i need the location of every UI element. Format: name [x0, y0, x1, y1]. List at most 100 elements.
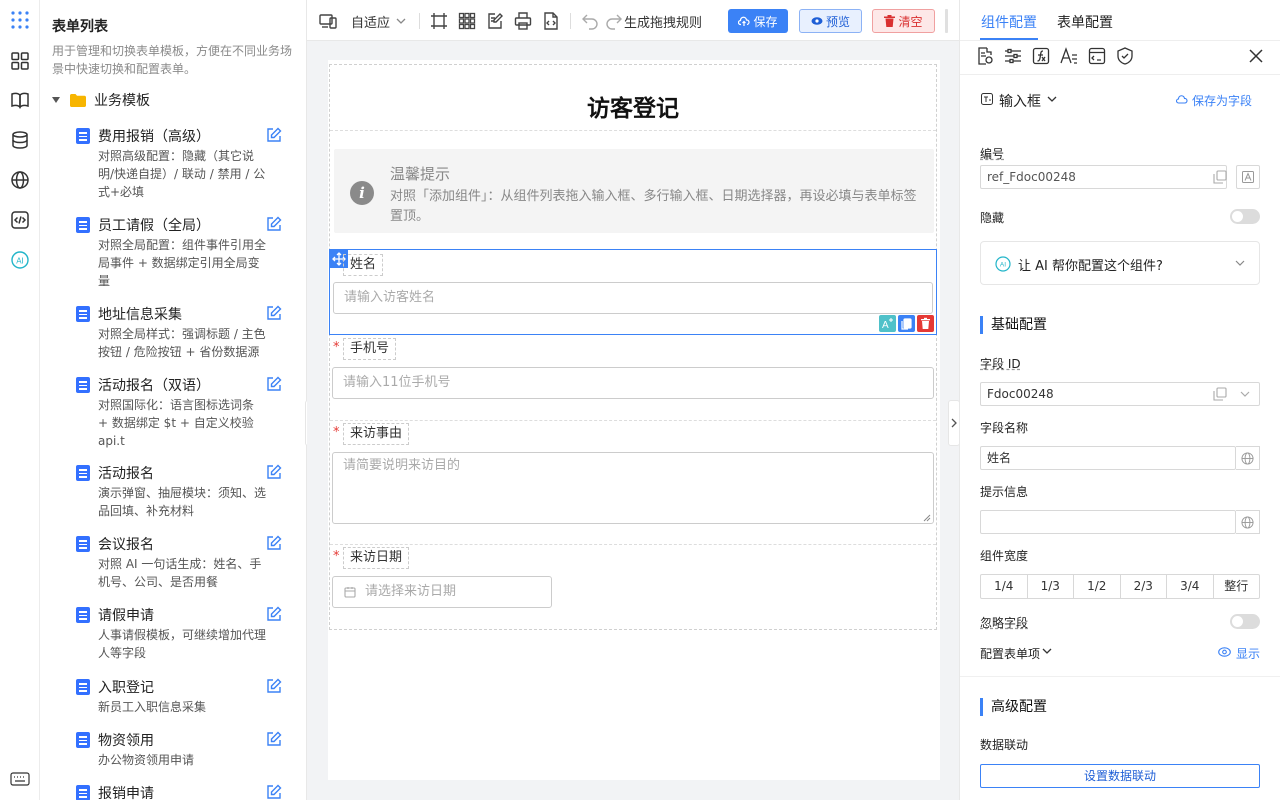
field-name-input[interactable]: 姓名 [980, 446, 1236, 470]
json-icon[interactable] [542, 12, 560, 30]
form-props-icon[interactable] [976, 47, 994, 65]
document-icon [76, 607, 90, 623]
title-block[interactable]: 访客登记 [330, 65, 936, 131]
template-item[interactable]: 入职登记 新员工入职信息采集 [76, 677, 286, 721]
folder-business-templates[interactable]: 业务模板 [52, 90, 150, 110]
divider [960, 676, 1280, 677]
edit-icon[interactable] [266, 305, 282, 321]
grid-icon[interactable] [458, 12, 476, 30]
template-item[interactable]: 会议报名 对照 AI 一句话生成：姓名、手机号、公司、是否用餐 [76, 534, 286, 596]
copy-icon[interactable] [898, 315, 915, 332]
font-a-button[interactable] [1236, 165, 1260, 189]
components-icon[interactable] [10, 51, 30, 71]
field-label: 手机号 [343, 338, 397, 360]
visit-date-field[interactable]: * 来访日期 请选择来访日期 [330, 544, 936, 629]
resize-grip-icon[interactable] [923, 514, 931, 522]
edit-icon[interactable] [266, 606, 282, 622]
tab-form-config[interactable]: 表单配置 [1057, 12, 1113, 32]
divider [960, 74, 1280, 75]
code-icon[interactable] [10, 210, 30, 230]
edit-icon[interactable] [266, 127, 282, 143]
ignore-field-switch[interactable] [1230, 614, 1260, 629]
date-picker[interactable]: 请选择来访日期 [332, 576, 552, 608]
layout-mode-select[interactable]: 自适应 [351, 12, 390, 31]
font-a-icon [1242, 171, 1254, 183]
chevron-down-icon[interactable] [1235, 260, 1245, 267]
template-item[interactable]: 员工请假（全局） 对照全局配置：组件事件引用全局事件 + 数据绑定引用全局变量 [76, 215, 286, 295]
component-type-select[interactable]: 输入框 [999, 91, 1041, 111]
preview-button[interactable]: 预览 [799, 9, 862, 33]
selected-field-frame[interactable]: 姓名 请输入访客姓名 A [329, 249, 937, 335]
width-option[interactable]: 1/3 [1028, 575, 1074, 598]
print-icon[interactable] [514, 12, 532, 30]
template-name: 地址信息采集 [98, 307, 182, 323]
save-button[interactable]: 保存 [728, 9, 788, 33]
ai-icon[interactable]: AI [10, 250, 30, 270]
font-style-icon[interactable] [1060, 47, 1078, 65]
purpose-field[interactable]: * 来访事由 请简要说明来访目的 [330, 420, 936, 544]
chevron-down-icon[interactable] [1042, 648, 1052, 655]
book-icon[interactable] [10, 90, 30, 110]
i18n-button[interactable] [1236, 446, 1260, 470]
chevron-down-icon[interactable] [1240, 391, 1250, 398]
caret-down-icon[interactable] [52, 97, 60, 103]
edit-icon[interactable] [266, 731, 282, 747]
keyboard-icon[interactable] [10, 772, 30, 786]
width-option[interactable]: 1/4 [981, 575, 1028, 598]
purpose-textarea[interactable]: 请简要说明来访目的 [332, 452, 934, 524]
undo-icon[interactable] [581, 12, 599, 30]
edit-icon[interactable] [266, 535, 282, 551]
config-items-toggle[interactable]: 配置表单项 [980, 645, 1040, 662]
formula-icon[interactable] [1032, 47, 1050, 65]
ai-field-icon[interactable]: A [879, 315, 896, 332]
hidden-switch[interactable] [1230, 209, 1260, 224]
width-option[interactable]: 3/4 [1167, 575, 1214, 598]
visitor-name-input[interactable]: 请输入访客姓名 [333, 282, 933, 314]
set-linkage-button[interactable]: 设置数据联动 [980, 764, 1260, 788]
template-item[interactable]: 地址信息采集 对照全局样式：强调标题 / 主色按钮 / 危险按钮 + 省份数据源 [76, 304, 286, 366]
generate-rule-button[interactable]: 生成拖拽规则 [624, 12, 702, 31]
template-item[interactable]: 报销申请 [76, 783, 286, 800]
hint-input[interactable] [980, 510, 1236, 534]
copy-icon[interactable] [1213, 170, 1227, 184]
edit-icon[interactable] [266, 464, 282, 480]
width-option[interactable]: 2/3 [1121, 575, 1167, 598]
id-input[interactable]: ref_Fdoc00248 [980, 165, 1227, 189]
template-item[interactable]: 请假申请 人事请假模板，可继续增加代理人等字段 [76, 605, 286, 667]
code-window-icon[interactable] [1088, 47, 1106, 65]
show-toggle[interactable]: 显示 [1236, 645, 1260, 662]
chevron-down-icon[interactable] [1047, 95, 1057, 103]
edit-icon[interactable] [266, 216, 282, 232]
width-option[interactable]: 整行 [1214, 575, 1260, 598]
select-frame-icon[interactable] [430, 12, 448, 30]
device-icon[interactable] [319, 12, 337, 30]
width-option[interactable]: 1/2 [1074, 575, 1121, 598]
template-item[interactable]: 费用报销（高级） 对照高级配置：隐藏（其它说明/快递自提）/ 联动 / 禁用 /… [76, 126, 286, 206]
tab-component-config[interactable]: 组件配置 [981, 12, 1037, 32]
sliders-icon[interactable] [1004, 47, 1022, 65]
template-item[interactable]: 活动报名（双语） 对照国际化：语言图标选词条 + 数据绑定 $t + 自定义校验… [76, 375, 286, 455]
delete-icon[interactable] [917, 315, 934, 332]
edit-icon[interactable] [266, 784, 282, 800]
close-icon[interactable] [1249, 49, 1263, 63]
i18n-button[interactable] [1236, 510, 1260, 534]
redo-icon[interactable] [605, 12, 623, 30]
phone-field[interactable]: * 手机号 请输入11位手机号 [330, 335, 936, 420]
save-as-field-link[interactable]: 保存为字段 [1192, 92, 1252, 109]
ai-config-panel[interactable]: AI 让 AI 帮你配置这个组件? [980, 241, 1260, 285]
template-item[interactable]: 物资领用 办公物资领用申请 [76, 730, 286, 774]
template-desc: 演示弹窗、抽屉模块：须知、选品回填、补充材料 [98, 486, 267, 518]
tip-alert[interactable]: i 温馨提示 对照「添加组件」：从组件列表拖入输入框、多行输入框、日期选择器，再… [334, 149, 934, 233]
apps-grid-icon[interactable] [10, 10, 30, 30]
database-icon[interactable] [10, 130, 30, 150]
edit-icon[interactable] [266, 678, 282, 694]
edit-icon[interactable] [266, 376, 282, 392]
edit-form-icon[interactable] [486, 12, 504, 30]
chevron-down-icon[interactable] [395, 15, 407, 27]
clear-button[interactable]: 清空 [872, 9, 935, 33]
phone-input[interactable]: 请输入11位手机号 [332, 367, 934, 399]
template-item[interactable]: 活动报名 演示弹窗、抽屉模块：须知、选品回填、补充材料 [76, 463, 286, 525]
copy-icon[interactable] [1213, 387, 1227, 401]
globe-icon[interactable] [10, 170, 30, 190]
shield-icon[interactable] [1116, 47, 1134, 65]
